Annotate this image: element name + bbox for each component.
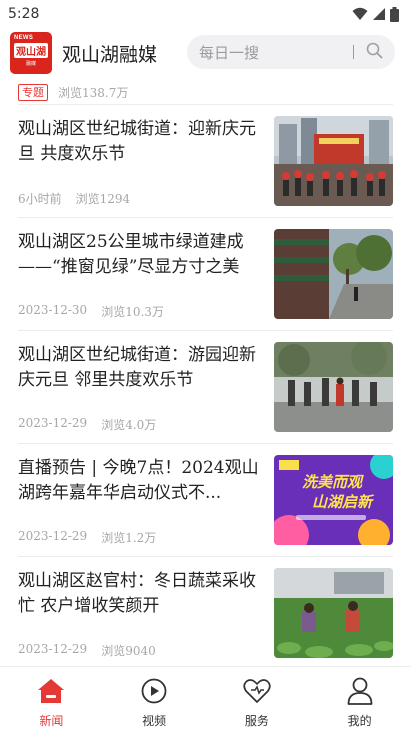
home-icon — [36, 676, 66, 706]
publish-time: 2023-12-30 — [18, 303, 88, 317]
news-item[interactable]: 直播预告 | 今晚7点！2024观山湖跨年嘉年华启动仪式不... 2023-12… — [0, 444, 411, 556]
search-divider — [353, 45, 354, 59]
news-meta: 6小时前 浏览1294 — [18, 190, 130, 207]
app-logo: NEWS 观山湖 融媒 — [10, 32, 52, 74]
publish-time: 6小时前 — [18, 192, 62, 206]
search-icon[interactable] — [366, 42, 383, 63]
bottom-tab-bar: 新闻 视频 服务 我的 — [0, 666, 411, 732]
partial-news-meta[interactable]: 专题 浏览138.7万 — [18, 80, 128, 104]
news-item[interactable]: 观山湖区世纪城街道：迎新庆元旦 共度欢乐节 6小时前 浏览1294 — [0, 105, 411, 217]
view-count: 浏览9040 — [101, 644, 156, 658]
logo-main-text: 观山湖 — [14, 43, 48, 58]
publish-time: 2023-12-29 — [18, 529, 88, 543]
news-thumbnail[interactable] — [274, 342, 393, 432]
news-meta: 2023-12-30 浏览10.3万 — [18, 303, 164, 320]
view-count: 浏览138.7万 — [58, 85, 129, 100]
view-count: 浏览4.0万 — [101, 418, 157, 432]
view-count: 浏览1294 — [75, 192, 131, 206]
news-thumbnail[interactable]: 洗美而观 山湖启新 — [274, 455, 393, 545]
poster-text-line1: 洗美而观 — [302, 473, 364, 491]
play-icon — [139, 676, 169, 706]
view-count: 浏览10.3万 — [101, 305, 164, 319]
tab-label: 视频 — [142, 714, 167, 728]
news-title[interactable]: 观山湖区25公里城市绿道建成——“推窗见绿”尽显方寸之美 — [18, 230, 262, 280]
tab-service[interactable]: 服务 — [206, 667, 309, 732]
status-icons — [352, 6, 399, 22]
app-header: NEWS 观山湖 融媒 观山湖融媒 每日一搜 — [0, 28, 411, 78]
tab-label: 新闻 — [39, 714, 64, 728]
app-title: 观山湖融媒 — [62, 43, 158, 66]
search-placeholder: 每日一搜 — [199, 43, 260, 62]
signal-icon — [372, 7, 386, 21]
news-title[interactable]: 观山湖区赵官村：冬日蔬菜采收忙 农户增收笑颜开 — [18, 569, 262, 619]
news-item[interactable]: 观山湖区世纪城街道：游园迎新庆元旦 邻里共度欢乐节 2023-12-29 浏览4… — [0, 331, 411, 443]
view-count: 浏览1.2万 — [101, 531, 157, 545]
logo-sub-text: 融媒 — [25, 61, 36, 67]
search-input[interactable]: 每日一搜 — [187, 35, 395, 69]
heart-icon — [242, 676, 272, 706]
news-thumbnail[interactable] — [274, 568, 393, 658]
publish-time: 2023-12-29 — [18, 416, 88, 430]
status-bar: 5:28 — [0, 0, 411, 28]
logo-news-text: NEWS — [14, 35, 34, 41]
tab-label: 我的 — [347, 714, 372, 728]
tab-profile[interactable]: 我的 — [308, 667, 411, 732]
news-meta: 2023-12-29 浏览1.2万 — [18, 529, 156, 546]
news-title[interactable]: 直播预告 | 今晚7点！2024观山湖跨年嘉年华启动仪式不... — [18, 456, 262, 506]
status-time: 5:28 — [8, 6, 40, 22]
tab-label: 服务 — [244, 714, 269, 728]
news-meta: 2023-12-29 浏览9040 — [18, 642, 156, 659]
tab-news[interactable]: 新闻 — [0, 667, 103, 732]
tab-video[interactable]: 视频 — [103, 667, 206, 732]
person-icon — [345, 676, 375, 706]
wifi-icon — [352, 7, 368, 21]
publish-time: 2023-12-29 — [18, 642, 88, 656]
battery-icon — [390, 6, 399, 22]
news-item[interactable]: 观山湖区赵官村：冬日蔬菜采收忙 农户增收笑颜开 2023-12-29 浏览904… — [0, 557, 411, 666]
news-feed[interactable]: 专题 浏览138.7万 观山湖区世纪城街道：迎新庆元旦 共度欢乐节 6小时前 浏… — [0, 78, 411, 666]
topic-tag: 专题 — [18, 83, 48, 101]
news-thumbnail[interactable] — [274, 116, 393, 206]
news-item[interactable]: 观山湖区25公里城市绿道建成——“推窗见绿”尽显方寸之美 2023-12-30 … — [0, 218, 411, 330]
poster-text-line2: 山湖启新 — [312, 493, 375, 511]
news-meta: 2023-12-29 浏览4.0万 — [18, 416, 156, 433]
news-thumbnail[interactable] — [274, 229, 393, 319]
news-title[interactable]: 观山湖区世纪城街道：迎新庆元旦 共度欢乐节 — [18, 117, 262, 167]
news-title[interactable]: 观山湖区世纪城街道：游园迎新庆元旦 邻里共度欢乐节 — [18, 343, 262, 393]
